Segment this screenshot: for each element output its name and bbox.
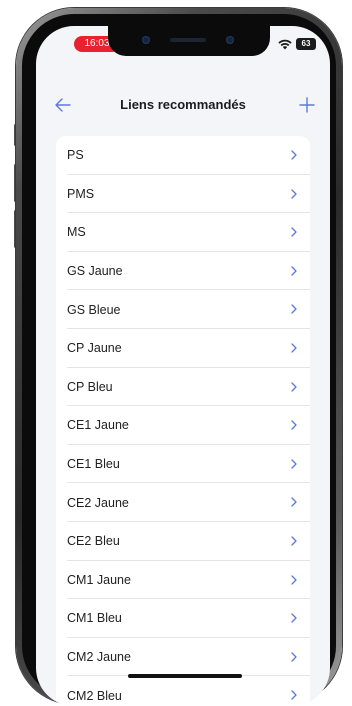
chevron-right-icon	[291, 652, 297, 662]
chevron-right-icon	[291, 266, 297, 276]
speaker-grille	[170, 38, 206, 42]
list-item[interactable]: CM2 Jaune	[56, 638, 310, 677]
list-item[interactable]: GS Bleue	[56, 290, 310, 329]
list-item-label: PS	[67, 148, 84, 163]
app-screen: 16:03 63 Liens recommandés PS PMS MS GS …	[36, 26, 330, 706]
chevron-right-icon	[291, 613, 297, 623]
list-item-label: CM2 Jaune	[67, 650, 131, 665]
add-link-button[interactable]	[294, 92, 320, 118]
chevron-right-icon	[291, 459, 297, 469]
list-item-label: CE1 Bleu	[67, 457, 120, 472]
chevron-right-icon	[291, 420, 297, 430]
chevron-right-icon	[291, 343, 297, 353]
list-item[interactable]: CP Bleu	[56, 368, 310, 407]
chevron-right-icon	[291, 227, 297, 237]
list-item-label: CM2 Bleu	[67, 688, 122, 703]
chevron-right-icon	[291, 497, 297, 507]
plus-icon	[299, 97, 315, 113]
status-icons: 63	[278, 36, 316, 52]
list-item-label: CE1 Jaune	[67, 418, 129, 433]
face-id-sensor-icon	[226, 36, 234, 44]
navigation-bar: Liens recommandés	[36, 88, 330, 122]
battery-icon: 63	[296, 38, 316, 50]
recommended-links-list: PS PMS MS GS Jaune GS Bleue CP Jaune CP Bleu CE…	[56, 136, 310, 706]
list-item[interactable]: CE1 Bleu	[56, 445, 310, 484]
list-item-label: CE2 Jaune	[67, 495, 129, 510]
list-item[interactable]: CM1 Bleu	[56, 599, 310, 638]
list-item[interactable]: PMS	[56, 175, 310, 214]
list-item-label: CP Bleu	[67, 379, 113, 394]
list-item[interactable]: CM1 Jaune	[56, 561, 310, 600]
chevron-right-icon	[291, 536, 297, 546]
chevron-right-icon	[291, 381, 297, 392]
list-item[interactable]: CP Jaune	[56, 329, 310, 368]
list-item[interactable]: CE2 Jaune	[56, 483, 310, 522]
list-item-label: CE2 Bleu	[67, 534, 120, 549]
phone-mockup: 16:03 63 Liens recommandés PS PMS MS GS …	[0, 0, 352, 706]
list-item[interactable]: CM2 Bleu	[56, 676, 310, 706]
chevron-right-icon	[291, 188, 297, 199]
list-item-label: GS Jaune	[67, 264, 123, 279]
chevron-right-icon	[291, 150, 297, 160]
page-title: Liens recommandés	[120, 97, 246, 112]
list-item-label: CM1 Bleu	[67, 611, 122, 626]
list-item[interactable]: CE1 Jaune	[56, 406, 310, 445]
list-item-label: GS Bleue	[67, 302, 121, 317]
list-item[interactable]: MS	[56, 213, 310, 252]
list-item-label: CP Jaune	[67, 341, 122, 356]
chevron-right-icon	[291, 304, 297, 315]
front-camera-icon	[142, 36, 150, 44]
list-item-label: MS	[67, 225, 86, 240]
home-indicator	[128, 674, 242, 678]
notch	[108, 26, 270, 56]
list-item[interactable]: GS Jaune	[56, 252, 310, 291]
chevron-right-icon	[291, 574, 297, 585]
list-item[interactable]: CE2 Bleu	[56, 522, 310, 561]
wifi-icon	[278, 39, 292, 49]
list-item-label: CM1 Jaune	[67, 572, 131, 587]
status-bar: 16:03 63	[36, 26, 330, 60]
list-item-label: PMS	[67, 186, 95, 201]
list-item[interactable]: PS	[56, 136, 310, 175]
